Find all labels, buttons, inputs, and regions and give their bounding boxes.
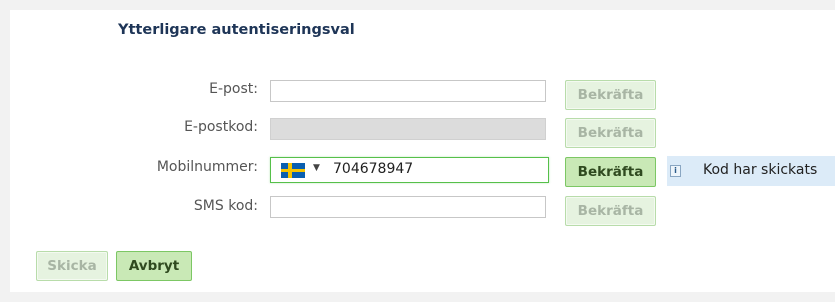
email-label: E-post: [209,81,258,97]
section-title: Ytterligare autentiseringsval [118,22,355,38]
send-button[interactable]: Skicka [36,251,108,281]
email-field[interactable] [270,80,546,102]
notice-text: Kod har skickats [703,162,818,178]
auth-options-panel [10,10,835,292]
mobile-number-field[interactable]: ▼ 704678947 [270,157,549,183]
email-code-field [270,118,546,140]
sms-code-label: SMS kod: [193,198,258,214]
sweden-flag-icon[interactable] [281,163,305,178]
email-confirm-button[interactable]: Bekräfta [565,80,656,110]
mobile-confirm-button[interactable]: Bekräfta [565,157,656,187]
mobile-label: Mobilnummer: [156,159,258,175]
sms-code-confirm-button[interactable]: Bekräfta [565,196,656,226]
info-icon: i [670,165,681,177]
country-dropdown-caret-icon[interactable]: ▼ [313,163,320,173]
sms-code-field[interactable] [270,196,546,218]
email-code-label: E-postkod: [184,119,258,135]
code-sent-notice: i Kod har skickats [667,156,835,186]
cancel-button[interactable]: Avbryt [116,251,192,281]
mobile-number-value: 704678947 [333,161,414,177]
email-code-confirm-button[interactable]: Bekräfta [565,118,656,148]
